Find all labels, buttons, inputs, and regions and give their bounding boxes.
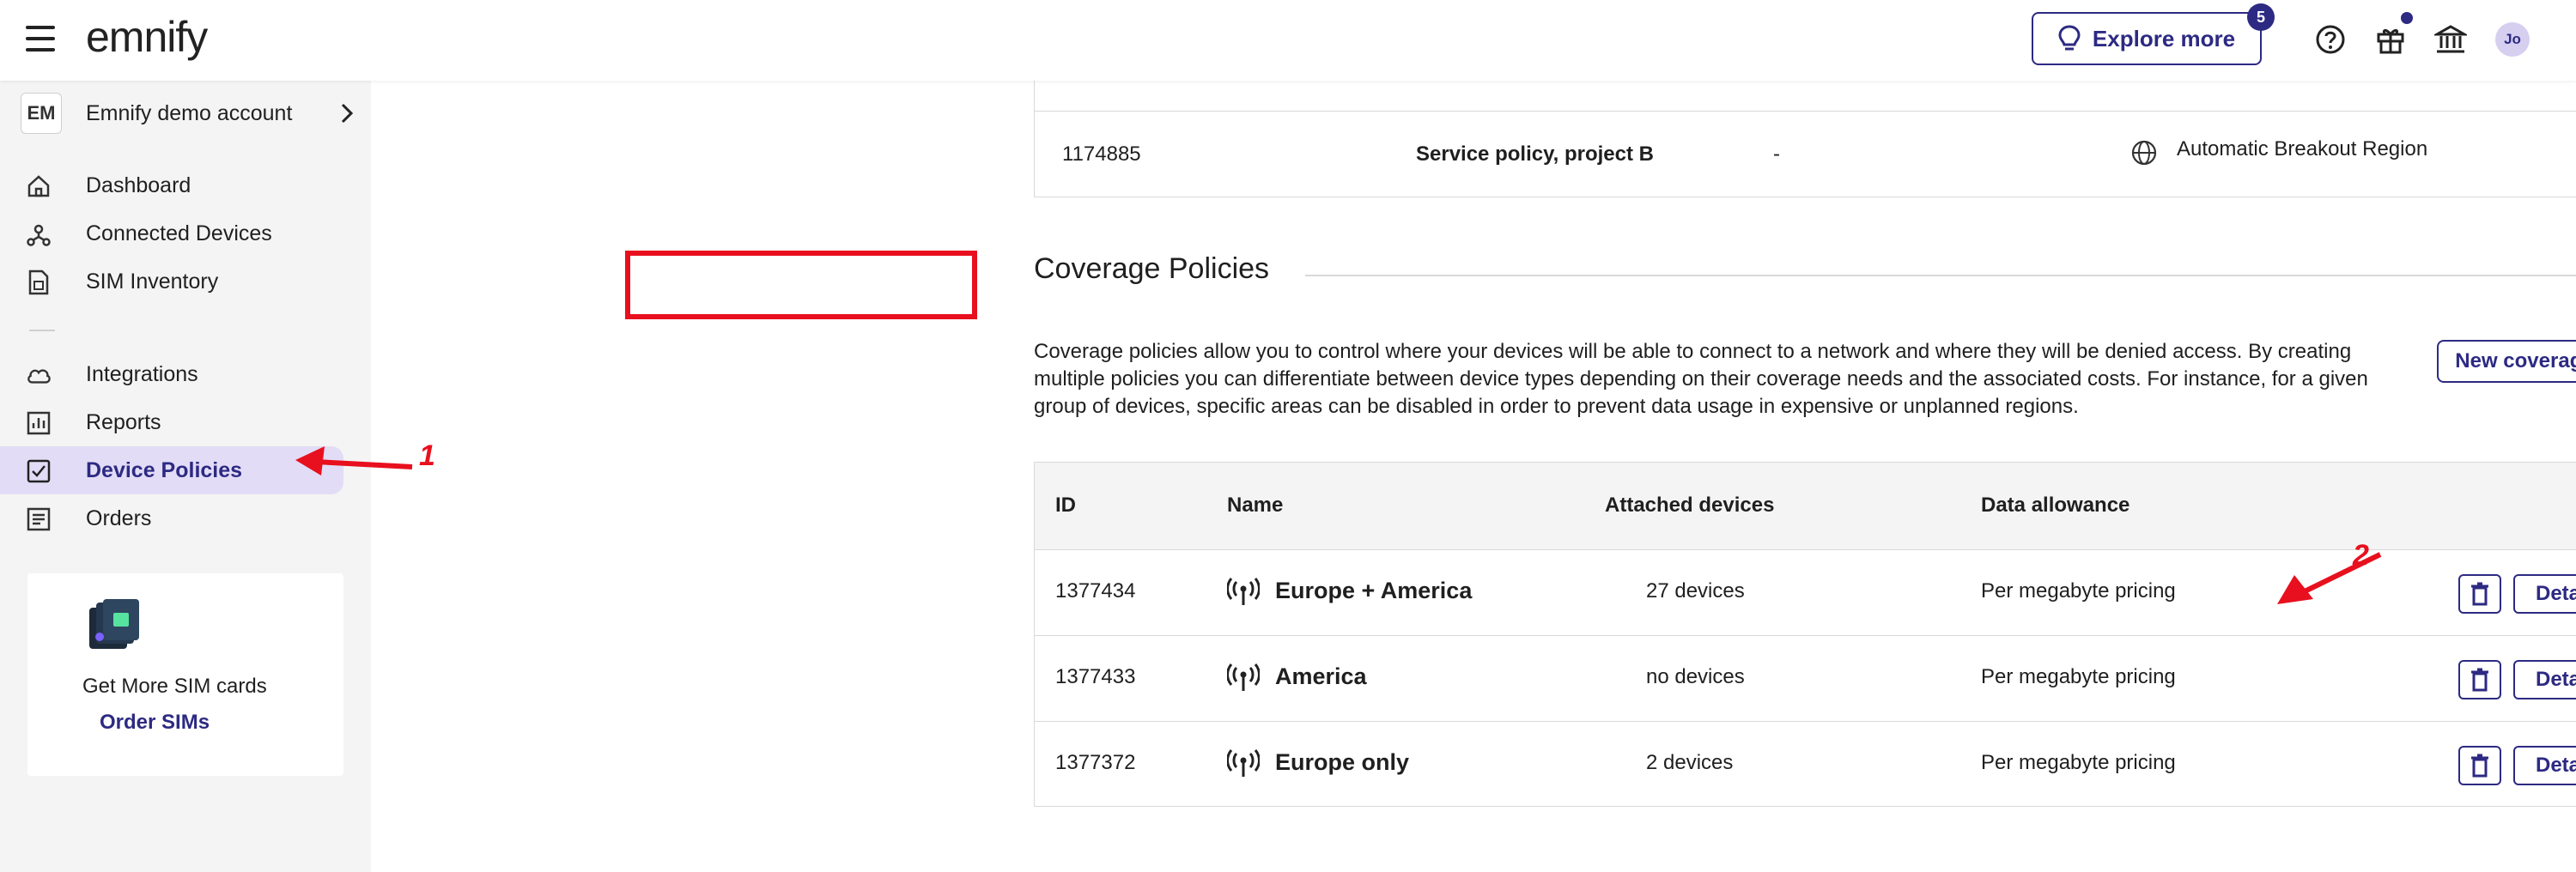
section-divider xyxy=(1305,275,2576,276)
sidebar-item-device-policies[interactable]: Device Policies xyxy=(0,446,343,494)
policy-id: 1174885 xyxy=(1062,142,1141,166)
trash-icon xyxy=(2471,582,2488,606)
coverage-policies-title: Coverage Policies xyxy=(1034,252,1270,285)
coverage-description: Coverage policies allow you to control w… xyxy=(1034,340,2368,418)
sim-icon xyxy=(26,269,52,295)
top-bar: emnify Explore more 5 Jo xyxy=(0,0,2576,81)
sidebar-item-label: SIM Inventory xyxy=(86,269,219,294)
lightbulb-icon xyxy=(2058,25,2081,51)
menu-icon[interactable] xyxy=(26,26,55,51)
avatar[interactable]: Jo xyxy=(2495,22,2530,57)
delete-button[interactable] xyxy=(2458,660,2501,699)
highlight-box xyxy=(625,251,977,319)
sidebar-item-label: Reports xyxy=(86,409,161,434)
sidebar-item-connected-devices[interactable]: Connected Devices xyxy=(0,209,343,257)
details-label: Details xyxy=(2536,754,2576,777)
sidebar-item-label: Device Policies xyxy=(86,457,243,482)
column-header-attached-devices: Attached devices xyxy=(1605,494,1775,517)
order-sims-link[interactable]: Order SIMs xyxy=(100,711,210,735)
connected-devices-icon xyxy=(26,221,52,247)
gift-icon[interactable] xyxy=(2373,22,2408,57)
attached-devices: no devices xyxy=(1646,665,1745,688)
policy-name: Europe only xyxy=(1275,749,1410,775)
sidebar-item-integrations[interactable]: Integrations xyxy=(0,350,343,398)
coverage-policies-table: ID Name Attached devices Data allowance … xyxy=(1034,462,2576,807)
table-header: ID Name Attached devices Data allowance xyxy=(1035,463,2576,550)
policy-id: 1377372 xyxy=(1055,751,1136,774)
policy-name: Europe + America xyxy=(1275,578,1473,603)
annotation-number-2: 2 xyxy=(2353,539,2369,572)
data-allowance: Per megabyte pricing xyxy=(1981,751,2176,774)
previous-policies-table: 1174885 Service policy, project B - Auto… xyxy=(1034,72,2576,197)
gift-notification-dot xyxy=(2401,12,2413,24)
attached-devices: 27 devices xyxy=(1646,579,1745,603)
policy-name: America xyxy=(1275,663,1367,689)
sidebar: EM Emnify demo account Dashboard Connect… xyxy=(0,81,371,872)
help-icon[interactable] xyxy=(2313,22,2348,57)
account-initials: EM xyxy=(21,93,62,134)
sidebar-item-sim-inventory[interactable]: SIM Inventory xyxy=(0,257,343,306)
trash-icon xyxy=(2471,668,2488,692)
delete-button[interactable] xyxy=(2458,746,2501,785)
policy-id: 1377434 xyxy=(1055,579,1136,603)
account-switcher[interactable]: EM Emnify demo account xyxy=(21,89,364,137)
sidebar-item-label: Dashboard xyxy=(86,173,191,197)
table-row[interactable]: 1377372 Europe only 2 devices Per megaby… xyxy=(1035,722,2576,808)
trash-icon xyxy=(2471,754,2488,778)
sidebar-item-label: Orders xyxy=(86,506,152,530)
explore-more-button[interactable]: Explore more xyxy=(2032,12,2262,65)
policy-id: 1377433 xyxy=(1055,665,1136,688)
sidebar-item-reports[interactable]: Reports xyxy=(0,398,343,446)
policy-devices: - xyxy=(1773,142,1780,166)
table-row[interactable]: 1377433 America no devices Per megabyte … xyxy=(1035,636,2576,722)
sidebar-item-orders[interactable]: Orders xyxy=(0,494,343,542)
bank-icon[interactable] xyxy=(2433,22,2468,57)
details-button[interactable]: Details xyxy=(2513,574,2576,614)
details-button[interactable]: Details xyxy=(2513,746,2576,785)
sidebar-divider xyxy=(29,330,55,331)
policy-name: Service policy, project B xyxy=(1416,142,1654,166)
sim-card-title: Get More SIM cards xyxy=(82,675,267,698)
cloud-icon xyxy=(26,362,52,388)
orders-icon xyxy=(26,506,52,532)
main-content: 1174885 Service policy, project B - Auto… xyxy=(371,72,2576,872)
antenna-icon xyxy=(1227,578,1260,605)
details-label: Details xyxy=(2536,668,2576,691)
data-allowance: Per megabyte pricing xyxy=(1981,579,2176,603)
details-label: Details xyxy=(2536,582,2576,605)
chevron-right-icon xyxy=(341,103,354,124)
data-allowance: Per megabyte pricing xyxy=(1981,665,2176,688)
sidebar-item-label: Integrations xyxy=(86,361,198,386)
antenna-icon xyxy=(1227,663,1260,691)
emnify-logo[interactable]: emnify xyxy=(86,12,208,62)
sidebar-item-label: Connected Devices xyxy=(86,221,272,245)
column-header-id: ID xyxy=(1055,494,1076,517)
annotation-number-1: 1 xyxy=(419,439,435,472)
attached-devices: 2 devices xyxy=(1646,751,1734,774)
policy-region: Automatic Breakout Region xyxy=(2177,137,2428,160)
account-name: Emnify demo account xyxy=(86,100,293,125)
order-sims-card: Get More SIM cards Order SIMs xyxy=(27,573,343,776)
explore-more-label: Explore more xyxy=(2092,25,2236,51)
reports-icon xyxy=(26,410,52,436)
policy-check-icon xyxy=(26,458,52,484)
column-header-name: Name xyxy=(1227,494,1284,517)
delete-button[interactable] xyxy=(2458,574,2501,614)
sim-cards-image xyxy=(89,599,139,649)
new-coverage-policy-button[interactable]: New coverage policy xyxy=(2437,340,2576,383)
antenna-icon xyxy=(1227,749,1260,777)
home-icon xyxy=(26,173,52,199)
notification-badge: 5 xyxy=(2247,3,2275,31)
globe-icon xyxy=(2131,140,2157,166)
column-header-data-allowance: Data allowance xyxy=(1981,494,2130,517)
details-button[interactable]: Details xyxy=(2513,660,2576,699)
table-row[interactable]: 1377434 Europe + America 27 devices Per … xyxy=(1035,550,2576,636)
sidebar-item-dashboard[interactable]: Dashboard xyxy=(0,161,343,209)
table-row[interactable]: 1174885 Service policy, project B - Auto… xyxy=(1035,112,2576,197)
